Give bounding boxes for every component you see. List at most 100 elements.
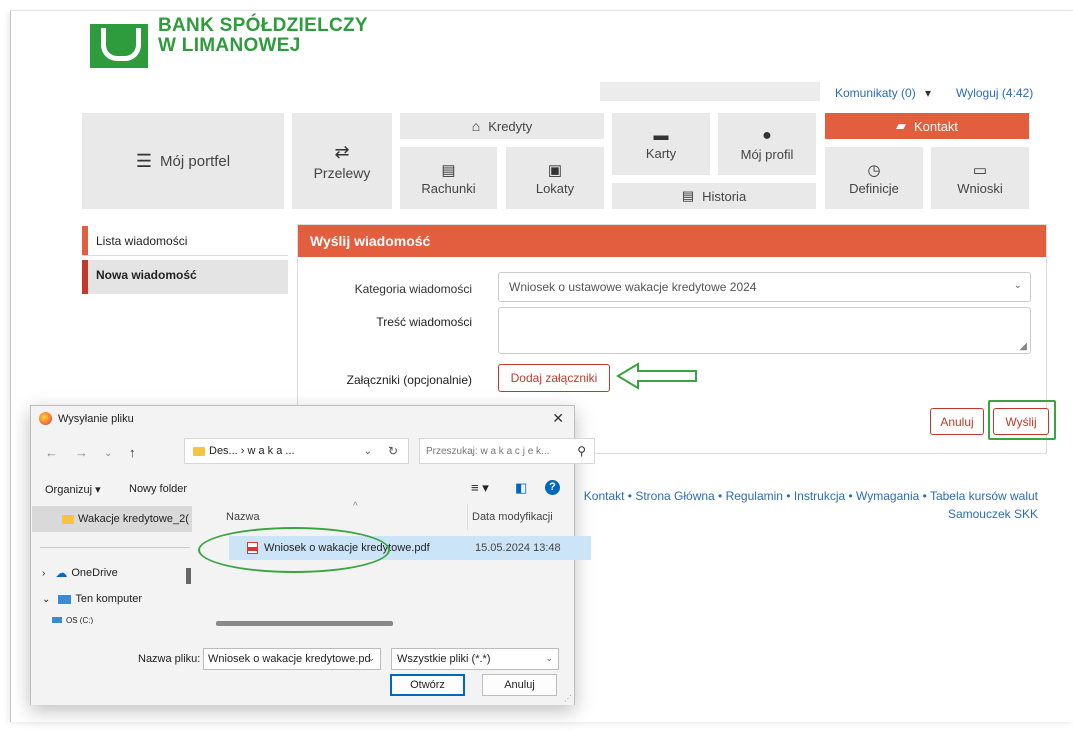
logo-line-2: W LIMANOWEJ [158,35,301,56]
clock-icon: ◷ [867,161,881,179]
sort-caret-icon: ^ [353,501,358,512]
column-divider [467,504,468,530]
chevron-down-icon: ▾ [925,86,932,100]
open-button[interactable]: Otwórz [390,674,465,696]
sidebar-item-label: Lista wiadomości [96,233,188,248]
annotation-arrow-icon [616,362,697,390]
chevron-down-icon: ⌄ [1013,280,1022,291]
top-search-bar[interactable] [600,82,820,101]
chevron-down-icon: ⌄ [545,653,553,663]
sidebar-item-label: Nowa wiadomość [96,268,197,282]
nav-label: Lokaty [535,180,575,196]
history-list-icon: ▤ [681,188,695,203]
nav-pane-scrollbar[interactable] [186,568,191,584]
help-icon[interactable]: ? [545,480,560,495]
dialog-search-input[interactable]: Przeszukaj: w a k a c j e k... ⚲ [419,438,595,464]
folder-icon [62,514,74,524]
column-header-date[interactable]: Data modyfikacji [472,511,553,523]
close-icon[interactable]: ✕ [552,410,564,427]
refresh-icon[interactable]: ↻ [388,444,398,458]
up-arrow-icon[interactable]: ↑ [129,445,136,460]
logo-line-1: BANK SPÓŁDZIELCZY [158,15,368,36]
nav-item-os-drive[interactable]: OS (C:) [52,616,93,624]
nav-cards[interactable]: ▬ Karty [612,113,710,175]
footer-links-line-2[interactable]: Samouczek SKK [568,505,1038,523]
nav-credits[interactable]: ⌂ Kredyty [400,113,604,139]
nav-definitions[interactable]: ◷ Definicje [825,147,923,209]
nav-label: Rachunki [421,180,476,196]
messages-label: Komunikaty (0) [835,86,916,100]
category-label: Kategoria wiadomości [354,282,472,296]
nav-applications[interactable]: ▭ Wnioski [931,147,1029,209]
nav-my-portfolio[interactable]: ☰ Mój portfel [82,113,284,209]
address-bar[interactable]: Des... › w a k a ... ⌄ ↻ [184,438,409,464]
preview-pane-icon[interactable]: ◧ [515,480,527,496]
nav-divider [40,547,190,548]
category-value: Wniosek o ustawowe wakacje kredytowe 202… [509,280,757,294]
computer-icon [58,594,72,604]
nav-accounts[interactable]: ▤ Rachunki [400,147,497,209]
nav-label: Przelewy [313,164,371,181]
annotation-ellipse [198,527,390,573]
chevron-right-icon[interactable]: › [42,568,45,579]
chat-bubble-icon: ▰ [895,118,906,133]
bank-logo[interactable]: BANK SPÓŁDZIELCZY W LIMANOWEJ [90,10,370,70]
message-content-textarea[interactable]: ◢ [498,307,1031,354]
forward-arrow-icon[interactable]: → [75,445,88,460]
nav-label: Mój portfel [160,152,231,170]
folder-icon [193,446,205,456]
sidebar-item-new-message[interactable]: Nowa wiadomość [82,260,288,294]
send-button[interactable]: Wyślij [993,408,1049,435]
nav-item-onedrive[interactable]: › ☁ OneDrive [42,566,118,580]
filename-input[interactable]: Wniosek o wakacje kredytowe.pd ⌄ [203,648,381,670]
footer-links[interactable]: Kontakt • Strona Główna • Regulamin • In… [568,487,1038,523]
logout-link[interactable]: Wyloguj (4:42) [956,86,1033,100]
firefox-icon [39,412,52,425]
horizontal-scrollbar[interactable] [216,621,393,626]
nav-history[interactable]: ▤ Historia [612,183,816,209]
filename-label: Nazwa pliku: [138,653,201,665]
organize-menu[interactable]: Organizuj ▾ [45,483,101,496]
filetype-select[interactable]: Wszystkie pliki (*.*) ⌄ [391,648,559,670]
nav-deposits[interactable]: ▣ Lokaty [506,147,604,209]
panel-title: Wyślij wiadomość [298,225,1046,257]
category-select[interactable]: Wniosek o ustawowe wakacje kredytowe 202… [498,272,1031,302]
briefcase-icon: ▣ [547,161,563,179]
search-icon: ⚲ [577,444,586,458]
nav-label: Definicje [849,180,899,196]
cloud-icon: ☁ [55,566,68,580]
resize-handle-icon: ◢ [1019,341,1027,352]
sidebar-item-message-list[interactable]: Lista wiadomości [82,226,288,256]
footer-links-line-1[interactable]: Kontakt • Strona Główna • Regulamin • In… [568,487,1038,505]
nav-item-wakacje-folder[interactable]: Wakacje kredytowe_2( [32,506,192,532]
chevron-down-icon[interactable]: ⌄ [364,446,372,457]
nav-transfers[interactable]: ⇄ Przelewy [292,113,392,209]
content-label: Treść wiadomości [376,315,472,329]
nav-my-profile[interactable]: ● Mój profil [718,113,816,175]
column-header-name[interactable]: Nazwa [226,511,260,523]
filename-value: Wniosek o wakacje kredytowe.pd [208,653,371,665]
file-date: 15.05.2024 13:48 [475,542,561,554]
resize-grip-icon[interactable]: ⋰ [564,694,572,703]
view-options-icon[interactable]: ≡ ▾ [471,480,489,496]
nav-item-label: OneDrive [71,567,118,579]
drive-icon [52,617,62,623]
nav-contact[interactable]: ▰ Kontakt [825,113,1029,139]
messages-dropdown[interactable]: Komunikaty (0) ▾ [835,86,931,100]
chevron-down-icon[interactable]: ⌄ [367,653,375,664]
nav-label: Mój profil [740,146,794,162]
cancel-button[interactable]: Anuluj [930,408,984,435]
card-icon: ▬ [653,127,669,144]
address-path: Des... › w a k a ... [209,445,295,457]
chevron-down-icon[interactable]: ⌄ [104,448,112,459]
nav-item-label: Wakacje kredytowe_2( [78,513,189,525]
nav-label: Karty [645,146,677,161]
back-arrow-icon[interactable]: ← [45,445,58,460]
add-attachments-button[interactable]: Dodaj załączniki [498,364,610,392]
new-folder-button[interactable]: Nowy folder [129,483,187,495]
user-icon: ● [762,126,772,144]
nav-label: Historia [702,188,747,204]
chevron-down-icon[interactable]: ⌄ [42,594,50,605]
nav-item-this-pc[interactable]: ⌄ Ten komputer [42,593,142,605]
dialog-cancel-button[interactable]: Anuluj [482,674,557,696]
